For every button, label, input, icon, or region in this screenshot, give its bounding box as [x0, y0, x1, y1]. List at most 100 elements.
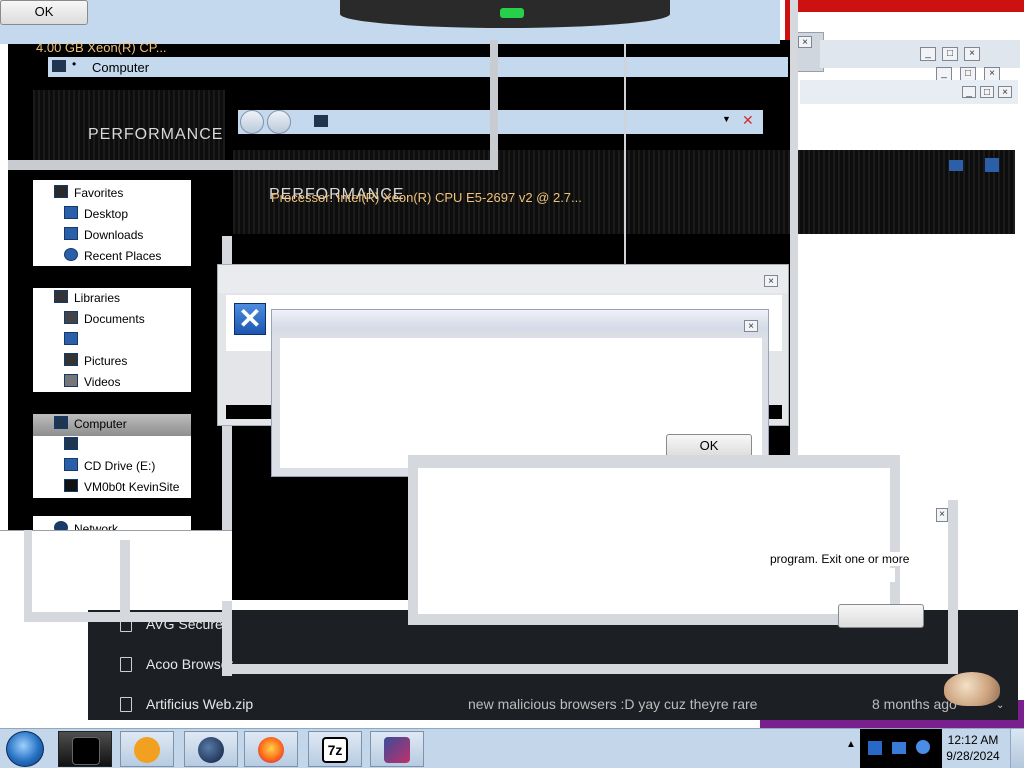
- clock[interactable]: 12:12 AM 9/28/2024: [942, 729, 1004, 768]
- dropdown-arrow-icon[interactable]: ▼: [722, 114, 731, 124]
- favorites-icon: [54, 185, 68, 198]
- help-icon: [985, 158, 999, 172]
- sidebar-item-label: Documents: [84, 312, 145, 326]
- list-item[interactable]: Artificius Web.zip new malicious browser…: [88, 690, 1018, 720]
- file-name: Acoo Browser: [146, 656, 234, 672]
- videos-icon: [64, 374, 78, 387]
- close-icon[interactable]: ×: [984, 67, 1000, 81]
- minimize-icon[interactable]: _: [920, 47, 936, 61]
- performance-text: PERFORMANCE: [88, 126, 224, 143]
- 7zip-icon: 7z: [322, 737, 348, 763]
- error-icon: ✕: [234, 303, 266, 335]
- installer-icon: [384, 737, 410, 763]
- documents-icon: [64, 311, 78, 324]
- performance-banner: PERFORMANCE: [33, 90, 225, 170]
- taskbar: 7z ▲ 12:12 AM 9/28/2024: [0, 728, 1024, 768]
- taskbar-item-media-player[interactable]: [120, 731, 174, 767]
- window-border: [222, 664, 958, 674]
- system-tray: [860, 729, 942, 768]
- sidebar-item-label: Desktop: [84, 207, 129, 221]
- network-status-icon[interactable]: [892, 742, 906, 754]
- sidebar-item-label: Videos: [84, 375, 121, 389]
- clock-time: 12:12 AM: [947, 733, 999, 747]
- close-icon[interactable]: ×: [764, 275, 778, 287]
- taskbar-item-explorer[interactable]: [58, 731, 112, 767]
- close-icon[interactable]: ×: [964, 47, 980, 61]
- computer-icon: [54, 416, 68, 429]
- computer-icon: [314, 115, 328, 127]
- error-dialog: × OK: [271, 309, 769, 477]
- status-led-icon: [500, 8, 524, 18]
- breadcrumb[interactable]: • Computer: [48, 57, 788, 77]
- security-icon[interactable]: [868, 741, 882, 755]
- breadcrumb-label: Computer: [92, 60, 150, 75]
- file-description: new malicious browsers :D yay cuz theyre…: [468, 696, 758, 712]
- sidebar-item-label: Recent Places: [84, 249, 162, 263]
- close-icon[interactable]: ×: [744, 320, 758, 332]
- message-panel: [418, 468, 890, 614]
- processor-info: Processor: Intel(R) Xeon(R) CPU E5-2697 …: [271, 190, 582, 205]
- window-border: [490, 40, 498, 170]
- sidebar-item-label: CD Drive (E:): [84, 459, 156, 473]
- window-border: [8, 160, 498, 170]
- file-date: 8 months ago: [872, 696, 957, 712]
- sidebar-item-label: Favorites: [74, 186, 124, 200]
- file-icon: [120, 657, 132, 672]
- cpu-short-label: 4.00 GB Xeon(R) CP...: [36, 40, 167, 55]
- pictures-icon: [64, 353, 78, 366]
- sidebar-item-label: Pictures: [84, 354, 128, 368]
- nav-separator: [33, 498, 191, 516]
- downloads-icon: [64, 227, 78, 240]
- show-hidden-icons-icon[interactable]: ▲: [846, 739, 856, 750]
- start-button[interactable]: [6, 731, 44, 767]
- maximize-icon[interactable]: □: [942, 47, 958, 61]
- globe-icon: [198, 737, 224, 763]
- file-icon: [120, 697, 132, 712]
- nav-separator: [33, 392, 191, 414]
- close-icon[interactable]: ×: [998, 86, 1012, 98]
- cd-drive-icon: [64, 458, 78, 471]
- explorer-icon: [72, 737, 100, 765]
- error-message-fragment: program. Exit one or more: [770, 552, 910, 566]
- taskbar-item-browser-globe[interactable]: [184, 731, 238, 767]
- sidebar-item-label: Downloads: [84, 228, 144, 242]
- clock-date: 9/28/2024: [946, 749, 1000, 763]
- computer-icon: [52, 60, 66, 72]
- ok-button[interactable]: OK: [0, 0, 88, 25]
- maximize-icon[interactable]: □: [980, 86, 994, 98]
- volume-icon[interactable]: [916, 740, 930, 754]
- details-pane: [0, 530, 232, 601]
- close-icon[interactable]: ×: [936, 508, 948, 522]
- back-button[interactable]: [240, 110, 264, 134]
- firefox-icon: [258, 737, 284, 763]
- dialog-titlebar: [218, 265, 788, 293]
- window-border: [120, 540, 130, 620]
- hard-drive-icon: [64, 437, 78, 450]
- show-desktop-button[interactable]: [1010, 729, 1024, 768]
- nav-separator: [33, 266, 191, 288]
- minimize-icon[interactable]: _: [962, 86, 976, 98]
- desktop-icon: [64, 206, 78, 219]
- sidebar-item-label: Computer: [74, 417, 127, 431]
- scroll-down-icon[interactable]: ⌄: [996, 700, 1004, 711]
- message-fragment-mask: [535, 568, 895, 582]
- media-player-icon: [134, 737, 160, 763]
- recent-places-icon: [64, 248, 78, 261]
- background-button[interactable]: [838, 604, 924, 628]
- network-drive-icon: [64, 479, 78, 492]
- clear-address-icon[interactable]: ✕: [742, 112, 754, 129]
- forward-button[interactable]: [267, 110, 291, 134]
- taskbar-item-firefox[interactable]: [244, 731, 298, 767]
- maximize-icon[interactable]: □: [960, 67, 976, 81]
- window-border: [24, 530, 32, 622]
- libraries-icon: [54, 290, 68, 303]
- minimize-icon[interactable]: _: [936, 67, 952, 81]
- taskbar-item-installer[interactable]: [370, 731, 424, 767]
- sidebar-item-label: Libraries: [74, 291, 121, 305]
- sidebar-item-label: VM0b0t KevinSite: [84, 480, 180, 494]
- close-icon[interactable]: ×: [798, 36, 812, 48]
- music-icon: [64, 332, 78, 345]
- taskbar-item-7zip[interactable]: 7z: [308, 731, 362, 767]
- dot-separator-icon: •: [72, 57, 77, 71]
- onion-image: [944, 672, 1000, 706]
